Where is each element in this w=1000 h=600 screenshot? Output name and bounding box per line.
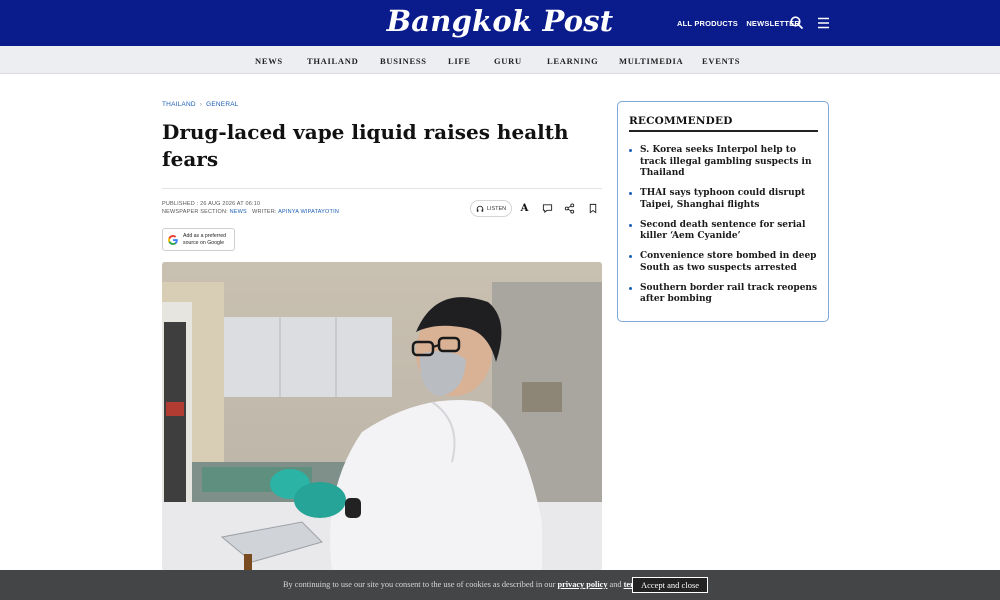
nav-multimedia[interactable]: MULTIMEDIA: [619, 56, 683, 66]
header-links: ALL PRODUCTS NEWSLETTER: [677, 19, 806, 28]
recommended-title: RECOMMENDED: [629, 115, 733, 127]
nav-thailand[interactable]: THAILAND: [307, 56, 358, 66]
google-badge-line2: source on Google: [183, 239, 224, 246]
section-label: NEWSPAPER SECTION:: [162, 209, 228, 215]
main-nav: NEWS THAILAND BUSINESS LIFE GURU LEARNIN…: [0, 46, 1000, 74]
breadcrumb-chevron-icon: ›: [199, 101, 203, 108]
recommended-panel: RECOMMENDED S. Korea seeks Interpol help…: [617, 101, 829, 322]
share-icon[interactable]: [561, 200, 578, 217]
google-badge-text: Add as a preferred source on Google: [183, 233, 226, 246]
breadcrumb: THAILAND › GENERAL: [162, 101, 239, 108]
nav-life[interactable]: LIFE: [448, 56, 471, 66]
search-icon[interactable]: [788, 14, 806, 32]
nav-events[interactable]: EVENTS: [702, 56, 740, 66]
google-badge-line1: Add as a preferred: [183, 233, 226, 239]
writer-label: WRITER:: [252, 209, 277, 215]
google-icon: [168, 234, 178, 245]
breadcrumb-general[interactable]: GENERAL: [206, 101, 238, 108]
cookie-message: By continuing to use our site you consen…: [283, 580, 644, 589]
site-logo[interactable]: Bangkok Post: [0, 4, 1000, 38]
headphones-icon: [476, 205, 484, 212]
font-size-icon: A: [520, 203, 529, 214]
article-photo[interactable]: [162, 262, 602, 570]
site-header: Bangkok Post ALL PRODUCTS NEWSLETTER: [0, 0, 1000, 46]
bookmark-icon[interactable]: [584, 200, 601, 217]
cookie-text: By continuing to use our site you consen…: [283, 580, 556, 589]
nav-guru[interactable]: GURU: [494, 56, 522, 66]
google-preferred-source-badge[interactable]: Add as a preferred source on Google: [162, 228, 235, 251]
section-link[interactable]: NEWS: [230, 209, 247, 215]
recommended-underline: [629, 130, 818, 132]
recommended-list: S. Korea seeks Interpol help to track il…: [629, 145, 824, 314]
recommended-item[interactable]: Convenience store bombed in deep South a…: [629, 251, 824, 274]
writer-link[interactable]: APINYA WIPATAYOTIN: [278, 209, 339, 215]
all-products-link[interactable]: ALL PRODUCTS: [677, 19, 738, 28]
breadcrumb-thailand[interactable]: THAILAND: [162, 101, 196, 108]
cookie-consent-bar: By continuing to use our site you consen…: [0, 570, 1000, 600]
byline: NEWSPAPER SECTION: NEWS WRITER: APINYA W…: [162, 209, 339, 215]
nav-news[interactable]: NEWS: [255, 56, 283, 66]
published-date: PUBLISHED : 26 AUG 2026 AT 06:10: [162, 201, 261, 207]
listen-label: LISTEN: [486, 205, 507, 212]
nav-learning[interactable]: LEARNING: [547, 56, 598, 66]
article-headline: Drug-laced vape liquid raises health fea…: [162, 120, 569, 171]
recommended-item[interactable]: THAI says typhoon could disrupt Taipei, …: [629, 188, 824, 211]
recommended-item[interactable]: Southern border rail track reopens after…: [629, 283, 824, 306]
recommended-item[interactable]: Second death sentence for serial killer …: [629, 220, 824, 243]
listen-button[interactable]: LISTEN: [470, 200, 512, 217]
privacy-policy-link[interactable]: privacy policy: [557, 580, 607, 589]
headline-divider: [162, 188, 602, 189]
menu-icon[interactable]: [815, 14, 833, 32]
comment-icon[interactable]: [539, 200, 556, 217]
recommended-item[interactable]: S. Korea seeks Interpol help to track il…: [629, 145, 824, 180]
accept-cookies-button[interactable]: Accept and close: [632, 577, 708, 593]
font-size-button[interactable]: A: [516, 200, 533, 217]
nav-business[interactable]: BUSINESS: [380, 56, 427, 66]
cookie-and: and: [609, 580, 622, 589]
